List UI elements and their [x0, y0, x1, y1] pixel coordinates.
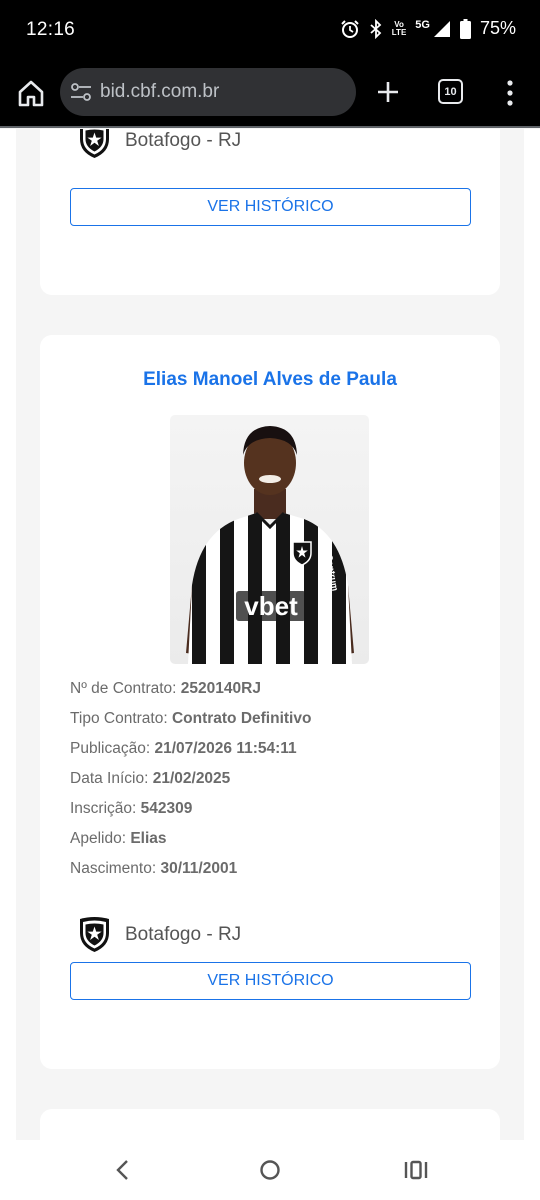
network-type: 5G	[415, 18, 430, 31]
ver-historico-button[interactable]: VER HISTÓRICO	[70, 188, 471, 226]
player-card-next	[40, 1109, 500, 1140]
battery-icon	[459, 18, 471, 39]
tab-switcher-button[interactable]: 10	[438, 79, 463, 104]
player-photo: vbet Centrum Centrum	[170, 415, 369, 664]
detail-row: Apelido: Elias	[70, 830, 167, 847]
detail-row: Nascimento: 30/11/2001	[70, 860, 238, 877]
detail-row: Tipo Contrato: Contrato Definitivo	[70, 710, 312, 727]
volte-icon: Vo LTE	[391, 19, 407, 37]
player-name[interactable]: Elias Manoel Alves de Paula	[40, 369, 500, 391]
home-nav-icon[interactable]	[259, 1159, 281, 1181]
detail-row: Nº de Contrato: 2520140RJ	[70, 680, 261, 697]
tab-count: 10	[444, 85, 457, 98]
url-text: bid.cbf.com.br	[100, 81, 220, 102]
status-time: 12:16	[26, 19, 76, 40]
player-details: Nº de Contrato: 2520140RJ Tipo Contrato:…	[70, 679, 311, 889]
alarm-icon	[341, 19, 359, 38]
botafogo-crest-icon	[80, 129, 109, 158]
battery-level: 75%	[479, 18, 516, 38]
jersey-sponsor-text: vbet	[244, 591, 298, 621]
bluetooth-icon	[370, 18, 382, 39]
signal-icon	[433, 20, 450, 37]
more-options-icon[interactable]	[504, 78, 516, 108]
detail-row: Data Início: 21/02/2025	[70, 770, 231, 787]
player-card: Elias Manoel Alves de Paula vbet Centrum…	[40, 335, 500, 1069]
new-tab-icon[interactable]	[374, 78, 402, 106]
page-content: Botafogo - RJ VER HISTÓRICO Elias Manoel…	[0, 129, 540, 1140]
address-bar[interactable]: bid.cbf.com.br	[60, 68, 356, 116]
botafogo-crest-icon	[80, 917, 109, 952]
club-name: Botafogo - RJ	[125, 923, 242, 945]
ver-historico-button[interactable]: VER HISTÓRICO	[70, 962, 471, 1000]
home-icon[interactable]	[16, 78, 46, 108]
status-bar: 12:16 Vo LTE 5G 75%	[0, 0, 540, 60]
player-card-previous: Botafogo - RJ VER HISTÓRICO	[40, 129, 500, 295]
back-icon[interactable]	[113, 1159, 133, 1181]
site-settings-icon[interactable]	[70, 81, 92, 103]
club-row: Botafogo - RJ	[78, 916, 241, 953]
detail-row: Inscrição: 542309	[70, 800, 193, 817]
results-panel: Botafogo - RJ VER HISTÓRICO Elias Manoel…	[16, 129, 524, 1140]
browser-toolbar: bid.cbf.com.br 10	[0, 60, 540, 128]
recent-apps-icon[interactable]	[404, 1159, 428, 1181]
club-row: Botafogo - RJ	[78, 129, 241, 159]
system-nav-bar	[0, 1140, 540, 1200]
detail-row: Publicação: 21/07/2026 11:54:11	[70, 740, 297, 757]
club-name: Botafogo - RJ	[125, 129, 242, 151]
